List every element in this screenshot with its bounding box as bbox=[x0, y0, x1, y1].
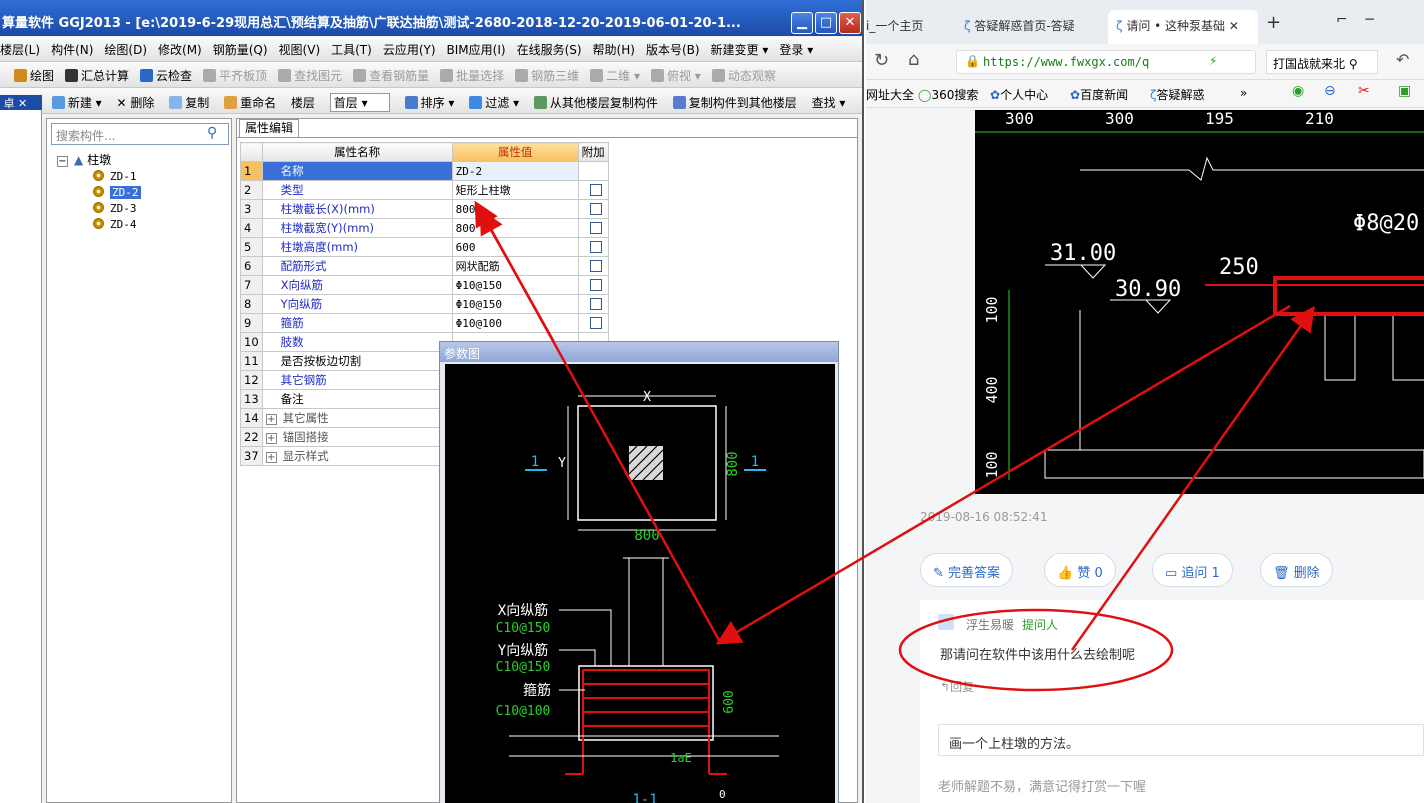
home-icon[interactable]: ⌂ bbox=[908, 49, 919, 70]
search-box[interactable]: 打国战就来北 ⚲ bbox=[1266, 50, 1378, 74]
dim-1: 300 bbox=[1005, 110, 1034, 128]
bookmark-1[interactable]: 网址大全 bbox=[866, 86, 914, 103]
extension-icon-3[interactable]: ✂ bbox=[1358, 83, 1370, 99]
break-line bbox=[1080, 156, 1424, 181]
tip-text: 老师解题不易，满意记得打赏一下喔 bbox=[938, 780, 1147, 795]
red-ellipse-annotation bbox=[898, 608, 1174, 692]
tab-favicon: ζ bbox=[1116, 19, 1127, 33]
url-bar[interactable]: 🔒 https://www.fwxgx.com/q ⚡ bbox=[956, 50, 1256, 74]
new-tab-button[interactable]: + bbox=[1266, 10, 1281, 44]
qa-page-content: 300 300 195 210 31.00 30.90 250 Φ8@20 10… bbox=[866, 108, 1424, 803]
answer-input[interactable]: 画一个上柱墩的方法。 bbox=[938, 724, 1424, 756]
level-1: 31.00 bbox=[1050, 241, 1116, 266]
more-bookmarks-icon[interactable]: » bbox=[1240, 86, 1247, 100]
dim-2: 300 bbox=[1105, 110, 1134, 128]
height-1: 100 bbox=[983, 296, 1001, 323]
paw-icon: ✿ bbox=[1070, 88, 1081, 102]
delete-answer-button[interactable]: 🗑 删除 bbox=[1260, 553, 1333, 587]
bookmark-bar: 网址大全 ◯360搜索 ✿个人中心 ✿百度新闻 ζ答疑解惑 » ◉ ⊖ ✂ ▣ bbox=[866, 80, 1424, 108]
bookmark-4[interactable]: ✿百度新闻 bbox=[1070, 86, 1128, 103]
address-toolbar: ↻ ⌂ 🔒 https://www.fwxgx.com/q ⚡ 打国战就来北 ⚲… bbox=[866, 44, 1424, 80]
level-2: 30.90 bbox=[1115, 277, 1181, 302]
url-text: https://www.fwxgx.com/q bbox=[983, 55, 1150, 69]
pier-lines bbox=[1324, 315, 1424, 381]
level-1-mark bbox=[1045, 264, 1107, 279]
browser-tab-2[interactable]: ζ 答疑解惑首页-答疑 bbox=[964, 10, 1104, 44]
browser-tab-3-active[interactable]: ζ 请问 • 这种泵基础 ✕ bbox=[1108, 10, 1258, 44]
follow-up-comment: 浮生易暖 提问人 那请问在软件中该用什么去绘制呢 ↰回复 画一个上柱墩的方法。 … bbox=[898, 600, 1424, 803]
tab-favicon: ζ bbox=[964, 19, 975, 33]
360-icon: ◯ bbox=[918, 88, 932, 102]
like-button[interactable]: 👍 赞 0 bbox=[1044, 553, 1116, 587]
improve-answer-button[interactable]: ✎ 完善答案 bbox=[920, 553, 1014, 587]
close-tab-icon[interactable]: ✕ bbox=[1229, 19, 1239, 33]
annotation-arrow-layer-2 bbox=[479, 208, 722, 643]
refresh-icon[interactable]: ↻ bbox=[874, 50, 889, 71]
bookmark-2[interactable]: ◯360搜索 bbox=[918, 86, 978, 103]
undo-icon[interactable]: ↶ bbox=[1396, 50, 1409, 69]
red-highlight-box bbox=[1273, 276, 1424, 316]
extension-icon-2[interactable]: ⊖ bbox=[1324, 83, 1336, 99]
dim-4: 210 bbox=[1305, 110, 1334, 128]
rebar-label: Φ8@20 bbox=[1353, 211, 1419, 236]
red-arrow-type bbox=[479, 208, 722, 643]
edit-icon: ✎ bbox=[933, 566, 949, 581]
dim-3: 195 bbox=[1205, 110, 1234, 128]
extension-icon-1[interactable]: ◉ bbox=[1292, 83, 1304, 99]
post-timestamp: 2019-08-16 08:52:41 bbox=[920, 510, 1048, 524]
height-2: 400 bbox=[983, 376, 1001, 403]
length-value: 250 bbox=[1219, 255, 1259, 280]
trash-icon: 🗑 bbox=[1273, 566, 1294, 581]
bolt-icon: ⚡ bbox=[1209, 54, 1218, 68]
height-3: 100 bbox=[983, 451, 1001, 478]
foundation-outline bbox=[1044, 310, 1424, 479]
thumbs-up-icon: 👍 bbox=[1057, 566, 1078, 581]
bookmark-5[interactable]: ζ答疑解惑 bbox=[1150, 86, 1205, 103]
drawing-svg: 300 300 195 210 31.00 30.90 250 Φ8@20 10… bbox=[975, 109, 1424, 480]
paw-icon: ✿ bbox=[990, 88, 1001, 102]
browser-tab-1[interactable]: i_一个主页 bbox=[866, 10, 954, 44]
lock-icon: 🔒 bbox=[965, 54, 980, 68]
extension-icon-4[interactable]: ▣ bbox=[1398, 83, 1411, 99]
browser-window: i_一个主页 ζ 答疑解惑首页-答疑 ζ 请问 • 这种泵基础 ✕ + ⌐ ─ … bbox=[866, 0, 1424, 803]
bookmark-3[interactable]: ✿个人中心 bbox=[990, 86, 1048, 103]
window-controls[interactable]: ⌐ ─ bbox=[1336, 10, 1374, 44]
follow-up-button[interactable]: ▭ 追问 1 bbox=[1152, 553, 1233, 587]
question-drawing[interactable]: 300 300 195 210 31.00 30.90 250 Φ8@20 10… bbox=[975, 109, 1424, 494]
glodon-app-window: 算量软件 GGJ2013 - [e:\2019-6-29现用总汇\预结算及抽筋\… bbox=[0, 0, 864, 803]
comment-icon: ▭ bbox=[1165, 566, 1182, 581]
